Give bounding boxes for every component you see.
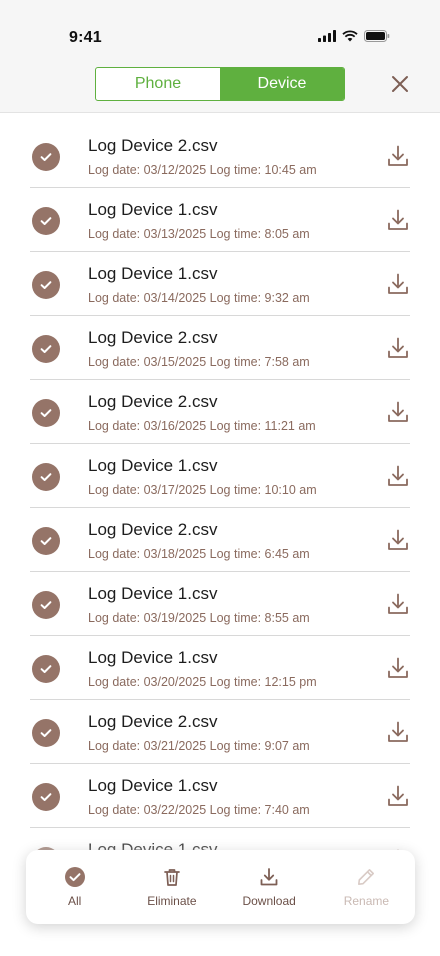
file-meta: Log date: 03/14/2025 Log time: 9:32 am — [88, 291, 310, 305]
selected-check-icon[interactable] — [32, 143, 60, 171]
file-row[interactable]: Log Device 2.csv Log date: 03/16/2025 Log… — [0, 380, 440, 444]
download-icon — [386, 593, 410, 620]
row-download-button[interactable] — [386, 592, 410, 616]
file-list: Log Device 2.csv Log date: 03/12/2025 Log… — [0, 124, 440, 892]
close-icon — [392, 76, 408, 92]
wifi-icon — [342, 30, 358, 42]
file-name: Log Device 2.csv — [88, 136, 218, 155]
file-row[interactable]: Log Device 1.csv Log date: 03/17/2025 Log… — [0, 444, 440, 508]
file-row[interactable]: Log Device 1.csv Log date: 03/20/2025 Log… — [0, 636, 440, 700]
selected-check-icon[interactable] — [32, 463, 60, 491]
download-icon — [386, 721, 410, 748]
close-button[interactable] — [388, 72, 412, 96]
rename-label: Rename — [343, 894, 390, 908]
file-meta: Log date: 03/20/2025 Log time: 12:15 pm — [88, 675, 317, 689]
file-row[interactable]: Log Device 1.csv Log date: 03/22/2025 Log… — [0, 764, 440, 828]
row-download-button[interactable] — [386, 208, 410, 232]
file-row[interactable]: Log Device 1.csv Log date: 03/14/2025 Log… — [0, 252, 440, 316]
selected-check-icon[interactable] — [32, 591, 60, 619]
row-download-button[interactable] — [386, 656, 410, 680]
file-meta: Log date: 03/12/2025 Log time: 10:45 am — [88, 163, 317, 177]
file-name: Log Device 1.csv — [88, 264, 218, 283]
download-icon — [386, 337, 410, 364]
battery-icon — [364, 30, 390, 42]
selected-check-icon[interactable] — [32, 271, 60, 299]
download-icon — [386, 529, 410, 556]
download-button[interactable]: Download — [221, 850, 318, 924]
action-toolbar: All Eliminate Download Rename — [26, 850, 415, 924]
row-download-button[interactable] — [386, 336, 410, 360]
tab-device[interactable]: Device — [220, 68, 344, 100]
file-row[interactable]: Log Device 2.csv Log date: 03/18/2025 Log… — [0, 508, 440, 572]
file-name: Log Device 1.csv — [88, 456, 218, 475]
file-row[interactable]: Log Device 1.csv Log date: 03/13/2025 Log… — [0, 188, 440, 252]
file-name: Log Device 2.csv — [88, 520, 218, 539]
file-row[interactable]: Log Device 2.csv Log date: 03/21/2025 Log… — [0, 700, 440, 764]
download-icon — [386, 401, 410, 428]
file-meta: Log date: 03/21/2025 Log time: 9:07 am — [88, 739, 310, 753]
file-name: Log Device 2.csv — [88, 392, 218, 411]
selected-check-icon[interactable] — [32, 399, 60, 427]
file-name: Log Device 1.csv — [88, 584, 218, 603]
status-icons — [318, 30, 390, 42]
file-meta: Log date: 03/15/2025 Log time: 7:58 am — [88, 355, 310, 369]
selected-check-icon[interactable] — [32, 207, 60, 235]
file-name: Log Device 1.csv — [88, 648, 218, 667]
download-icon — [386, 209, 410, 236]
selected-check-icon[interactable] — [32, 655, 60, 683]
file-row[interactable]: Log Device 2.csv Log date: 03/12/2025 Log… — [0, 124, 440, 188]
file-name: Log Device 1.csv — [88, 200, 218, 219]
file-row[interactable]: Log Device 2.csv Log date: 03/15/2025 Log… — [0, 316, 440, 380]
eliminate-button[interactable]: Eliminate — [123, 850, 220, 924]
selected-check-icon[interactable] — [32, 335, 60, 363]
file-name: Log Device 1.csv — [88, 776, 218, 795]
download-icon — [386, 657, 410, 684]
file-name: Log Device 2.csv — [88, 328, 218, 347]
row-download-button[interactable] — [386, 464, 410, 488]
file-meta: Log date: 03/18/2025 Log time: 6:45 am — [88, 547, 310, 561]
download-icon — [386, 145, 410, 172]
source-segmented-control: Phone Device — [95, 67, 345, 101]
file-name: Log Device 2.csv — [88, 712, 218, 731]
file-meta: Log date: 03/19/2025 Log time: 8:55 am — [88, 611, 310, 625]
signal-icon — [318, 30, 336, 42]
row-download-button[interactable] — [386, 144, 410, 168]
status-bar: 9:41 — [0, 0, 440, 60]
row-download-button[interactable] — [386, 528, 410, 552]
selected-check-icon[interactable] — [32, 719, 60, 747]
status-time: 9:41 — [69, 29, 102, 46]
download-icon — [386, 465, 410, 492]
download-icon — [386, 273, 410, 300]
file-meta: Log date: 03/16/2025 Log time: 11:21 am — [88, 419, 316, 433]
selected-check-icon[interactable] — [32, 783, 60, 811]
file-meta: Log date: 03/22/2025 Log time: 7:40 am — [88, 803, 310, 817]
trash-icon — [161, 866, 183, 888]
header: 9:41 Phone Device — [0, 0, 440, 113]
check-circle-icon — [64, 866, 86, 888]
download-label: Download — [242, 894, 296, 908]
eliminate-label: Eliminate — [147, 894, 197, 908]
file-row[interactable]: Log Device 1.csv Log date: 03/19/2025 Log… — [0, 572, 440, 636]
file-meta: Log date: 03/17/2025 Log time: 10:10 am — [88, 483, 317, 497]
selected-check-icon[interactable] — [32, 527, 60, 555]
row-download-button[interactable] — [386, 720, 410, 744]
download-icon — [386, 785, 410, 812]
rename-button[interactable]: Rename — [318, 850, 415, 924]
file-meta: Log date: 03/13/2025 Log time: 8:05 am — [88, 227, 310, 241]
download-icon — [258, 866, 280, 888]
row-download-button[interactable] — [386, 400, 410, 424]
row-download-button[interactable] — [386, 272, 410, 296]
select-all-button[interactable]: All — [26, 850, 123, 924]
select-all-label: All — [67, 894, 82, 908]
tab-phone[interactable]: Phone — [96, 68, 220, 100]
pencil-icon — [355, 866, 377, 888]
row-download-button[interactable] — [386, 784, 410, 808]
